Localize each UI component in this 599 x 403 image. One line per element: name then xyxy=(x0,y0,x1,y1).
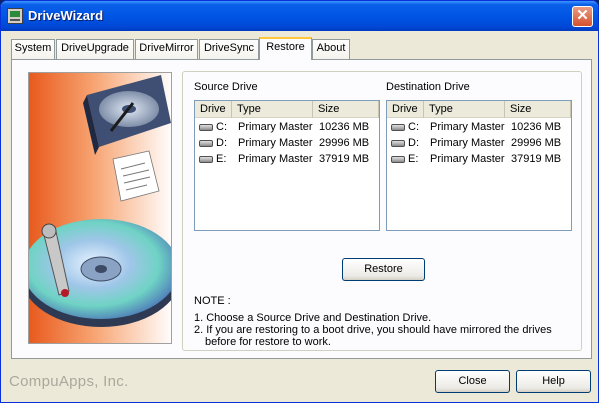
window-title: DriveWizard xyxy=(28,8,104,23)
source-row-type: Primary Master xyxy=(238,121,313,133)
close-button[interactable]: Close xyxy=(435,370,510,393)
drive-icon xyxy=(391,140,405,147)
app-window: DriveWizard ✕ System DriveUpgrade DriveM… xyxy=(0,0,599,403)
restore-panel: Source Drive Drive Type Size C: Primary … xyxy=(11,59,592,359)
destination-row-drive: E: xyxy=(408,153,419,165)
tab-driveupgrade[interactable]: DriveUpgrade xyxy=(56,39,134,59)
destination-row-size: 37919 MB xyxy=(511,153,562,165)
source-row-d[interactable]: D: Primary Master 29996 MB xyxy=(195,136,379,152)
source-row-drive: D: xyxy=(216,137,227,149)
destination-row-drive: D: xyxy=(408,137,419,149)
source-row-type: Primary Master xyxy=(238,137,313,149)
note-line-2: 2. If you are restoring to a boot drive,… xyxy=(194,324,552,336)
product-illustration xyxy=(28,72,172,344)
note-line-1: 1. Choose a Source Drive and Destination… xyxy=(194,312,432,324)
destination-drive-label: Destination Drive xyxy=(386,81,470,93)
note-line-3: before for restore to work. xyxy=(205,336,331,348)
drive-icon xyxy=(199,124,213,131)
destination-row-size: 29996 MB xyxy=(511,137,562,149)
destination-col-type[interactable]: Type xyxy=(424,101,505,118)
company-brand: CompuApps, Inc. xyxy=(9,373,129,390)
title-bar[interactable]: DriveWizard ✕ xyxy=(1,1,598,31)
tab-drivesync[interactable]: DriveSync xyxy=(199,39,259,59)
source-row-size: 37919 MB xyxy=(319,153,370,165)
destination-col-size[interactable]: Size xyxy=(505,101,571,118)
source-list-header: Drive Type Size xyxy=(195,101,379,118)
drive-icon xyxy=(199,156,213,163)
source-row-drive: E: xyxy=(216,153,227,165)
source-row-drive: C: xyxy=(216,121,227,133)
destination-row-e[interactable]: E: Primary Master 37919 MB xyxy=(387,152,571,168)
destination-row-drive: C: xyxy=(408,121,419,133)
tab-about[interactable]: About xyxy=(312,39,350,59)
note-title: NOTE : xyxy=(194,295,231,307)
drive-icon xyxy=(199,140,213,147)
window-close-button[interactable]: ✕ xyxy=(572,6,593,27)
destination-col-drive[interactable]: Drive xyxy=(387,101,424,118)
app-icon[interactable] xyxy=(7,8,23,24)
source-row-size: 29996 MB xyxy=(319,137,370,149)
destination-row-type: Primary Master xyxy=(430,137,505,149)
tab-system[interactable]: System xyxy=(11,39,55,59)
source-drive-label: Source Drive xyxy=(194,81,258,93)
destination-drive-list[interactable]: Drive Type Size C: Primary Master 10236 … xyxy=(386,100,572,231)
destination-row-c[interactable]: C: Primary Master 10236 MB xyxy=(387,120,571,136)
drive-icon xyxy=(391,124,405,131)
source-col-size[interactable]: Size xyxy=(313,101,379,118)
help-button[interactable]: Help xyxy=(516,370,591,393)
hard-drive-illustration xyxy=(29,73,171,343)
source-col-type[interactable]: Type xyxy=(232,101,313,118)
source-row-type: Primary Master xyxy=(238,153,313,165)
destination-list-header: Drive Type Size xyxy=(387,101,571,118)
restore-group: Source Drive Drive Type Size C: Primary … xyxy=(182,71,582,351)
source-drive-list[interactable]: Drive Type Size C: Primary Master 10236 … xyxy=(194,100,380,231)
destination-row-type: Primary Master xyxy=(430,121,505,133)
source-row-c[interactable]: C: Primary Master 10236 MB xyxy=(195,120,379,136)
drive-icon xyxy=(391,156,405,163)
destination-row-type: Primary Master xyxy=(430,153,505,165)
destination-row-size: 10236 MB xyxy=(511,121,562,133)
destination-row-d[interactable]: D: Primary Master 29996 MB xyxy=(387,136,571,152)
source-row-size: 10236 MB xyxy=(319,121,370,133)
source-col-drive[interactable]: Drive xyxy=(195,101,232,118)
tab-restore[interactable]: Restore xyxy=(259,37,312,60)
source-row-e[interactable]: E: Primary Master 37919 MB xyxy=(195,152,379,168)
tab-drivemirror[interactable]: DriveMirror xyxy=(135,39,198,59)
restore-button[interactable]: Restore xyxy=(342,258,425,281)
